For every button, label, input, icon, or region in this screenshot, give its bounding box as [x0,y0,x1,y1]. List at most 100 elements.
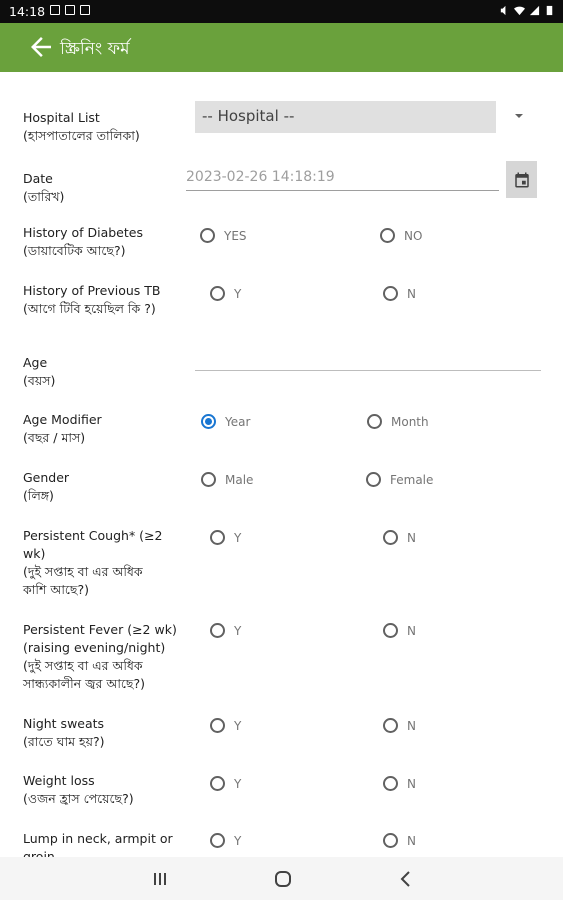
lump-label: Lump in neck, armpit or groin [23,830,173,857]
radio-label: N [407,623,416,638]
cough-no-radio[interactable]: N [383,530,416,545]
fever-no-radio[interactable]: N [383,623,416,638]
system-icons [499,5,555,16]
diabetes-label-bn: (ডায়াবেটিক আছে?) [23,243,126,258]
radio-label: N [407,718,416,733]
radio-circle-checked [201,414,216,429]
app-bar: স্ক্রিনিং ফর্ম [0,23,563,72]
radio-circle [210,776,225,791]
age-modifier-label-en: Age Modifier [23,412,102,427]
radio-circle [380,228,395,243]
gender-label: Gender (লিঙ্গ) [23,469,69,505]
gender-label-bn: (লিঙ্গ) [23,488,54,503]
radio-circle [383,833,398,848]
gender-male-radio[interactable]: Male [201,472,253,487]
radio-circle [383,718,398,733]
lump-yes-radio[interactable]: Y [210,833,241,848]
status-time: 14:18 [9,4,46,19]
cough-label-bn-2: কাশি আছে?) [23,582,90,597]
radio-label: N [407,530,416,545]
hospital-select[interactable]: -- Hospital -- [195,101,496,133]
age-input[interactable] [195,350,541,371]
weight-loss-yes-radio[interactable]: Y [210,776,241,791]
radio-label: Y [234,286,242,301]
dropdown-arrow-icon[interactable] [512,109,526,123]
night-sweats-no-radio[interactable]: N [383,718,416,733]
app-notification-icon [80,5,90,15]
date-label-bn: (তারিখ) [23,189,65,204]
cough-label-en-1: Persistent Cough* (≥2 [23,528,163,543]
diabetes-no-radio[interactable]: NO [380,228,422,243]
diabetes-label: History of Diabetes (ডায়াবেটিক আছে?) [23,224,143,260]
night-sweats-label: Night sweats (রাতে ঘাম হয়?) [23,715,104,751]
cough-yes-radio[interactable]: Y [210,530,241,545]
status-bar: 14:18 [0,0,563,23]
night-sweats-label-en: Night sweats [23,716,105,731]
radio-label: Y [234,623,242,638]
radio-circle [201,472,216,487]
age-year-radio[interactable]: Year [201,414,250,429]
back-arrow-icon[interactable] [26,32,56,62]
battery-icon [546,5,553,16]
mute-icon [500,5,506,16]
calendar-button[interactable] [506,161,537,198]
age-label: Age (বয়স) [23,354,55,390]
prev-tb-label-en: History of Previous TB [23,283,161,298]
radio-circle [383,776,398,791]
hospital-label: Hospital List (হাসপাতালের তালিকা) [23,109,140,145]
radio-circle [383,623,398,638]
gallery-notification-icon [50,5,60,15]
fever-yes-radio[interactable]: Y [210,623,241,638]
age-month-radio[interactable]: Month [367,414,429,429]
weight-loss-no-radio[interactable]: N [383,776,416,791]
radio-circle [210,833,225,848]
fever-label-en-2: (raising evening/night) [23,640,166,655]
lump-no-radio[interactable]: N [383,833,416,848]
fever-label: Persistent Fever (≥2 wk) (raising evenin… [23,621,177,693]
radio-label: Y [234,833,242,848]
weight-loss-label-en: Weight loss [23,773,95,788]
radio-label: Y [234,776,242,791]
radio-circle [200,228,215,243]
radio-label: Male [225,472,254,487]
diabetes-yes-radio[interactable]: YES [200,228,247,243]
signal-icon [529,5,540,16]
hospital-label-en: Hospital List [23,110,100,125]
night-sweats-yes-radio[interactable]: Y [210,718,241,733]
date-label: Date (তারিখ) [23,170,64,206]
prev-tb-label: History of Previous TB (আগে টিবি হয়েছিল… [23,282,160,318]
radio-circle [366,472,381,487]
calendar-icon [514,172,529,187]
weight-loss-label: Weight loss (ওজন হ্রাস পেয়েছে?) [23,772,134,808]
radio-label: Y [234,530,242,545]
weight-loss-label-bn: (ওজন হ্রাস পেয়েছে?) [23,791,134,806]
hospital-label-bn: (হাসপাতালের তালিকা) [23,128,140,143]
prev-tb-label-bn: (আগে টিবি হয়েছিল কি ?) [23,301,156,316]
date-field[interactable]: 2023-02-26 14:18:19 [186,165,499,191]
night-sweats-label-bn: (রাতে ঘাম হয়?) [23,734,105,749]
prev-tb-no-radio[interactable]: N [383,286,416,301]
age-modifier-label-bn: (বছর / মাস) [23,430,86,445]
prev-tb-yes-radio[interactable]: Y [210,286,241,301]
radio-label: Year [225,414,251,429]
radio-circle [367,414,382,429]
fever-label-bn-2: সান্ধ্যকালীন জ্বর আছে?) [23,676,146,691]
gender-female-radio[interactable]: Female [366,472,433,487]
cough-label: Persistent Cough* (≥2 wk) (দুই সপ্তাহ বা… [23,527,163,599]
age-modifier-label: Age Modifier (বছর / মাস) [23,411,102,447]
notification-icons [50,5,90,15]
system-navigation-bar [0,857,563,900]
mail-notification-icon [65,5,75,15]
radio-circle [210,623,225,638]
back-nav-icon[interactable] [394,868,418,890]
home-icon[interactable] [271,868,295,890]
lump-label-en-2: groin [23,849,55,857]
cough-label-en-2: wk) [23,546,46,561]
screening-form: Hospital List (হাসপাতালের তালিকা) -- Hos… [0,72,563,857]
radio-circle [210,286,225,301]
page-title: স্ক্রিনিং ফর্ম [60,39,130,59]
radio-label: N [407,776,416,791]
recent-apps-icon[interactable] [148,868,172,890]
diabetes-label-en: History of Diabetes [23,225,143,240]
gender-label-en: Gender [23,470,70,485]
